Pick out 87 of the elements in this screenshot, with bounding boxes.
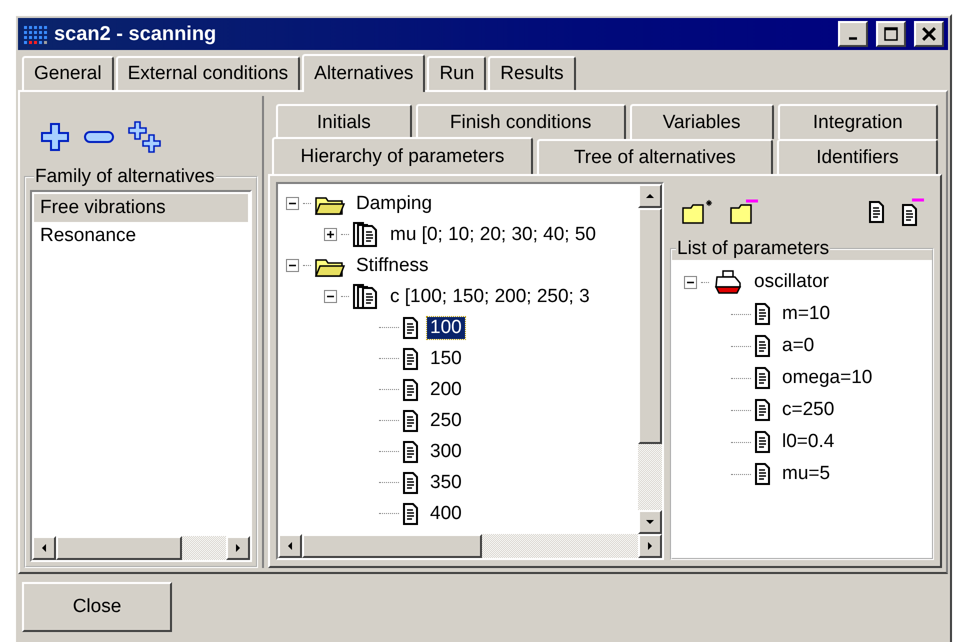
document-icon — [755, 303, 771, 325]
minimize-icon — [849, 36, 857, 40]
scrollbar-thumb[interactable] — [56, 536, 182, 560]
tree-item[interactable]: 100 — [427, 316, 465, 338]
horizontal-scrollbar[interactable] — [32, 536, 250, 560]
document-icon — [403, 348, 419, 370]
arrow-right-icon — [236, 544, 240, 552]
arrow-left-icon — [288, 542, 292, 550]
tab[interactable]: External conditions — [116, 56, 300, 90]
tab[interactable]: Variables — [630, 104, 774, 139]
group-title: Family of alternatives — [34, 166, 216, 188]
scroll-right-button[interactable] — [226, 536, 250, 560]
document-icon — [755, 367, 771, 389]
scroll-left-button[interactable] — [278, 534, 302, 558]
add-multiple-icon[interactable] — [128, 120, 162, 154]
add-icon[interactable] — [40, 122, 70, 152]
tree-item[interactable]: 350 — [427, 472, 465, 494]
tab[interactable]: Identifiers — [776, 139, 938, 174]
close-window-button[interactable] — [914, 21, 944, 47]
documents-icon — [353, 222, 379, 248]
collapse-icon[interactable] — [684, 276, 697, 288]
document-icon — [755, 335, 771, 357]
document-icon — [755, 399, 771, 421]
window-title: scan2 - scanning — [54, 22, 218, 46]
close-icon — [922, 27, 936, 41]
scrollbar-thumb[interactable] — [638, 208, 662, 444]
scroll-down-button[interactable] — [638, 510, 662, 534]
document-icon — [403, 316, 419, 338]
arrow-left-icon — [42, 544, 46, 552]
tree-item[interactable]: mu=5 — [779, 463, 834, 485]
tree-item[interactable]: oscillator — [751, 271, 832, 293]
tree-item[interactable]: Damping — [353, 192, 436, 214]
tree-item[interactable]: 250 — [427, 410, 465, 432]
documents-icon — [353, 284, 379, 310]
arrow-up-icon — [646, 194, 654, 198]
scroll-right-button[interactable] — [638, 534, 662, 558]
tab[interactable]: Initials — [276, 104, 412, 139]
scrollbar-thumb[interactable] — [302, 534, 482, 558]
tree-item[interactable]: m=10 — [779, 303, 834, 325]
minimize-button[interactable] — [838, 21, 868, 47]
vertical-scrollbar[interactable] — [638, 184, 662, 534]
delete-document-icon[interactable] — [900, 198, 926, 226]
collapse-icon[interactable] — [324, 290, 337, 303]
tree-item[interactable]: 300 — [427, 440, 465, 462]
document-icon — [755, 431, 771, 453]
object-icon — [713, 269, 743, 295]
arrow-down-icon — [646, 520, 654, 524]
document-icon — [403, 502, 419, 524]
expand-icon[interactable] — [324, 228, 337, 241]
tab[interactable]: General — [22, 56, 114, 90]
document-icon — [755, 463, 771, 485]
collapse-icon[interactable] — [286, 197, 299, 210]
arrow-right-icon — [648, 542, 652, 550]
group-title: List of parameters — [676, 238, 830, 260]
delete-folder-icon[interactable] — [730, 198, 760, 226]
tree-item[interactable]: a=0 — [779, 335, 818, 357]
horizontal-scrollbar[interactable] — [278, 534, 662, 558]
tab[interactable]: Finish conditions — [416, 104, 626, 139]
collapse-icon[interactable] — [286, 259, 299, 272]
remove-icon[interactable] — [84, 131, 114, 143]
tree-item[interactable]: 200 — [427, 378, 465, 400]
tree-item[interactable]: 150 — [427, 348, 465, 370]
tree-item[interactable]: 400 — [427, 502, 465, 524]
document-icon — [403, 410, 419, 432]
tab[interactable]: Tree of alternatives — [536, 139, 773, 174]
tree-item[interactable]: Stiffness — [353, 254, 432, 276]
document-icon[interactable] — [868, 201, 886, 223]
tree-item[interactable]: c=250 — [779, 399, 838, 421]
tab[interactable]: Hierarchy of parameters — [272, 137, 533, 174]
maximize-button[interactable] — [876, 21, 906, 47]
scroll-left-button[interactable] — [32, 536, 56, 560]
tab[interactable]: Results — [488, 56, 576, 90]
tree-item[interactable]: omega=10 — [779, 367, 876, 389]
tree-item[interactable]: c [100; 150; 200; 250; 3 — [387, 286, 593, 308]
document-icon — [403, 440, 419, 462]
tree-item[interactable]: mu [0; 10; 20; 30; 40; 50 — [387, 224, 599, 246]
close-button[interactable]: Close — [22, 582, 172, 632]
list-item[interactable]: Free vibrations — [34, 194, 248, 222]
document-icon — [403, 472, 419, 494]
tree-item[interactable]: l0=0.4 — [779, 431, 838, 453]
scroll-up-button[interactable] — [638, 184, 662, 208]
maximize-icon — [884, 27, 898, 41]
document-icon — [403, 378, 419, 400]
tab[interactable]: Integration — [778, 104, 938, 139]
tab[interactable]: Alternatives — [302, 54, 426, 92]
tab[interactable]: Run — [427, 56, 486, 90]
app-icon — [22, 23, 48, 45]
